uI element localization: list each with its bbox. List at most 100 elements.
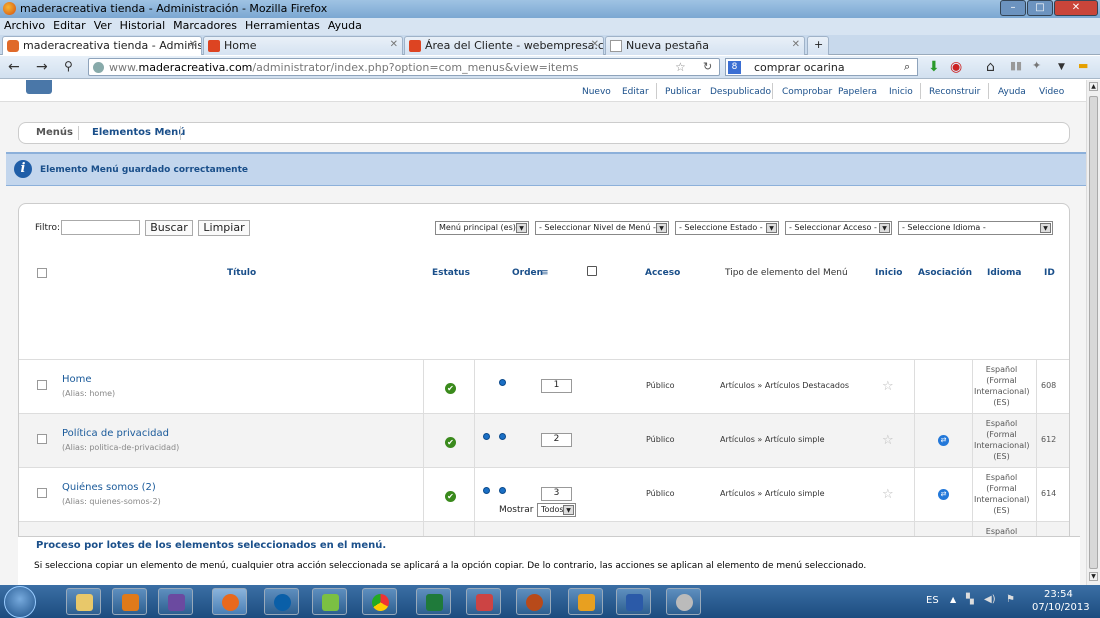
pagination-select[interactable]: Todos ▼ [537,503,576,517]
taskbar-app3[interactable] [158,588,193,615]
download-icon[interactable]: ⬇ [928,59,940,75]
submenu-menus[interactable]: Menús [36,127,73,138]
idioma-select[interactable]: - Seleccione Idioma - ▼ [898,221,1053,235]
row-title[interactable]: Home [62,374,92,385]
header-inicio[interactable]: Inicio [875,268,902,278]
home-star-icon[interactable]: ☆ [882,433,894,448]
limpiar-button[interactable]: Limpiar [198,220,250,236]
menu-ayuda[interactable]: Ayuda [324,18,366,33]
published-check-icon[interactable]: ✔ [445,383,456,394]
reload-icon[interactable]: ↻ [703,60,712,73]
home-star-icon[interactable]: ☆ [882,487,894,502]
taskbar-chrome[interactable] [362,588,397,615]
extension-icon[interactable]: ✦ [1032,59,1041,72]
taskbar-movistar[interactable] [312,588,347,615]
toolbar-comprobar[interactable]: Comprobar [782,87,832,97]
vertical-scrollbar[interactable]: ▲ ▼ [1086,80,1100,585]
close-button[interactable]: ✕ [1054,0,1098,16]
scroll-thumb[interactable] [1089,96,1098,569]
header-orden[interactable]: Orden [512,268,543,278]
close-icon[interactable]: ✕ [591,39,599,50]
select-all-checkbox[interactable] [37,268,47,278]
taskbar-media[interactable] [112,588,147,615]
stats-icon[interactable]: ▮▮ [1010,59,1022,72]
search-bar[interactable]: 8 comprar ocarina ⌕ [725,58,918,76]
taskbar-excel[interactable] [416,588,451,615]
filter-input[interactable] [61,220,140,235]
order-input[interactable]: 2 [541,433,572,447]
header-estatus[interactable]: Estatus [432,268,470,278]
header-id[interactable]: ID [1044,268,1055,278]
buscar-button[interactable]: Buscar [145,220,193,236]
start-button[interactable] [4,586,36,618]
search-icon[interactable]: ⌕ [904,60,910,74]
taskbar-word[interactable] [616,588,651,615]
toolbar-reconstruir[interactable]: Reconstruir [929,87,980,97]
taskbar-calendar[interactable] [466,588,501,615]
toolbar-video[interactable]: Video [1039,87,1064,97]
taskbar-hp[interactable] [264,588,299,615]
network-icon[interactable]: ▚ [966,594,974,605]
bookmark-star-icon[interactable]: ☆ [675,60,686,74]
menu-archivo[interactable]: Archivo [0,18,49,33]
header-acceso[interactable]: Acceso [645,268,680,278]
home-star-icon[interactable]: ☆ [882,379,894,394]
save-order-icon[interactable] [587,266,597,276]
order-down-icon[interactable] [499,487,506,494]
close-icon[interactable]: ✕ [390,39,398,50]
order-input[interactable]: 3 [541,487,572,501]
scroll-down-icon[interactable]: ▼ [1089,572,1098,581]
toolbar-papelera[interactable]: Papelera [838,87,877,97]
association-icon[interactable]: ⇄ [938,489,949,500]
estado-select[interactable]: - Seleccione Estado - ▼ [675,221,779,235]
close-icon[interactable]: ✕ [189,39,197,50]
tab-admin[interactable]: maderacreativa tienda - Administraci... … [2,36,202,55]
toolbar-inicio[interactable]: Inicio [889,87,913,97]
taskbar-paint[interactable] [666,588,701,615]
menu-select[interactable]: Menú principal (es) ▼ [435,221,529,235]
action-center-icon[interactable]: ⚑ [1006,594,1015,605]
menu-arrow-icon[interactable]: ▼ [1058,62,1065,72]
published-check-icon[interactable]: ✔ [445,437,456,448]
menu-editar[interactable]: Editar [49,18,90,33]
order-down-icon[interactable] [499,433,506,440]
menu-ver[interactable]: Ver [90,18,116,33]
row-checkbox[interactable] [37,488,47,498]
tab-home[interactable]: Home ✕ [203,36,403,55]
order-input[interactable]: 1 [541,379,572,393]
order-up-icon[interactable] [483,433,490,440]
menu-marcadores[interactable]: Marcadores [169,18,241,33]
url-bar[interactable]: www.maderacreativa.com/administrator/ind… [88,58,720,76]
home-icon[interactable]: ⌂ [986,59,995,75]
forward-icon[interactable]: → [36,59,48,75]
taskbar-firefox[interactable] [212,588,247,615]
association-icon[interactable]: ⇄ [938,435,949,446]
header-titulo[interactable]: Título [227,268,256,278]
order-arrow-icon[interactable] [499,379,506,386]
row-title[interactable]: Política de privacidad [62,428,169,439]
header-asociacion[interactable]: Asociación [918,268,972,278]
menu-herramientas[interactable]: Herramientas [241,18,324,33]
bookmarks-bar-icon[interactable]: ▬ [1078,59,1088,72]
toolbar-despublicado[interactable]: Despublicado [710,87,771,97]
tab-nueva[interactable]: Nueva pestaña ✕ [605,36,805,55]
toolbar-editar[interactable]: Editar [622,87,649,97]
addon-icon[interactable]: ◉ [950,59,962,75]
language-indicator[interactable]: ES [926,595,939,606]
toolbar-publicar[interactable]: Publicar [665,87,701,97]
header-idioma[interactable]: Idioma [987,268,1022,278]
order-up-icon[interactable] [483,487,490,494]
show-hidden-icon[interactable]: ▲ [950,595,956,604]
tab-area-cliente[interactable]: Área del Cliente - webempresa.com ✕ [404,36,604,55]
submenu-elementos[interactable]: Elementos Menú [92,127,185,138]
taskbar-glove[interactable] [516,588,551,615]
row-title[interactable]: Quiénes somos (2) [62,482,156,493]
maximize-button[interactable]: □ [1027,0,1053,16]
back-icon[interactable]: ← [8,59,20,75]
header-tipo[interactable]: Tipo de elemento del Menú [725,268,848,278]
menu-historial[interactable]: Historial [116,18,169,33]
clock-date[interactable]: 07/10/2013 [1032,602,1090,613]
taskbar-app11[interactable] [568,588,603,615]
scroll-up-icon[interactable]: ▲ [1089,82,1098,91]
published-check-icon[interactable]: ✔ [445,491,456,502]
